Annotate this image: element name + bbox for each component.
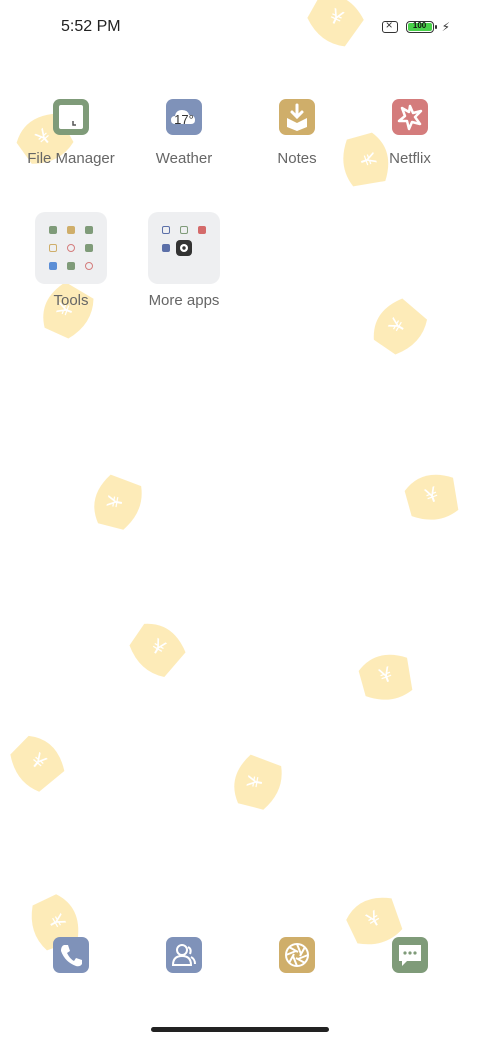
netflix-star-icon [392, 99, 428, 135]
app-label: Notes [277, 150, 317, 167]
cloud-sun-icon: 17° [166, 99, 202, 135]
mini-app-icon [67, 244, 75, 252]
mini-app-icon [180, 226, 188, 234]
folder-more-apps[interactable]: More apps [129, 212, 239, 309]
notes-download-icon [279, 99, 315, 135]
mini-app-icon [85, 262, 93, 270]
status-time: 5:52 PM [61, 18, 121, 35]
mini-app-icon [198, 226, 206, 234]
folder-file-icon [53, 99, 89, 135]
mini-app-icon [85, 226, 93, 234]
folder-label: Tools [53, 292, 89, 309]
folder-box [148, 212, 220, 284]
mini-app-icon [67, 226, 75, 234]
charging-icon: ⚡ [441, 20, 450, 34]
mini-app-icon [49, 244, 57, 252]
status-icons: 100 ⚡ [381, 18, 450, 34]
phone-icon[interactable] [53, 937, 89, 973]
battery-level: 100 [412, 21, 427, 30]
mini-app-icon [162, 244, 170, 252]
app-file-manager[interactable]: File Manager [16, 99, 126, 167]
messages-icon[interactable] [392, 937, 428, 973]
app-netflix[interactable]: Netflix [355, 99, 465, 167]
mini-app-icon [49, 262, 57, 270]
app-notes[interactable]: Notes [242, 99, 352, 167]
mini-app-icon [85, 244, 93, 252]
settings-gear-icon [176, 240, 192, 256]
battery-icon: 100 [405, 21, 437, 33]
mini-app-icon [162, 226, 170, 234]
camera-aperture-icon[interactable] [279, 937, 315, 973]
home-indicator[interactable] [151, 1027, 329, 1032]
battery-cap [434, 25, 437, 29]
no-sim-icon [381, 18, 398, 33]
folder-tools[interactable]: Tools [16, 212, 126, 309]
app-weather[interactable]: 17° Weather [129, 99, 239, 167]
mini-app-icon [67, 262, 75, 270]
app-label: Netflix [389, 150, 431, 167]
contacts-icon[interactable] [166, 937, 202, 973]
mini-app-icon [49, 226, 57, 234]
app-label: Weather [155, 150, 213, 167]
folder-box [35, 212, 107, 284]
weather-temp: 17° [174, 112, 194, 127]
folder-label: More apps [148, 292, 220, 309]
app-label: File Manager [27, 150, 115, 167]
status-bar: 5:52 PM 100 ⚡ [0, 0, 480, 56]
